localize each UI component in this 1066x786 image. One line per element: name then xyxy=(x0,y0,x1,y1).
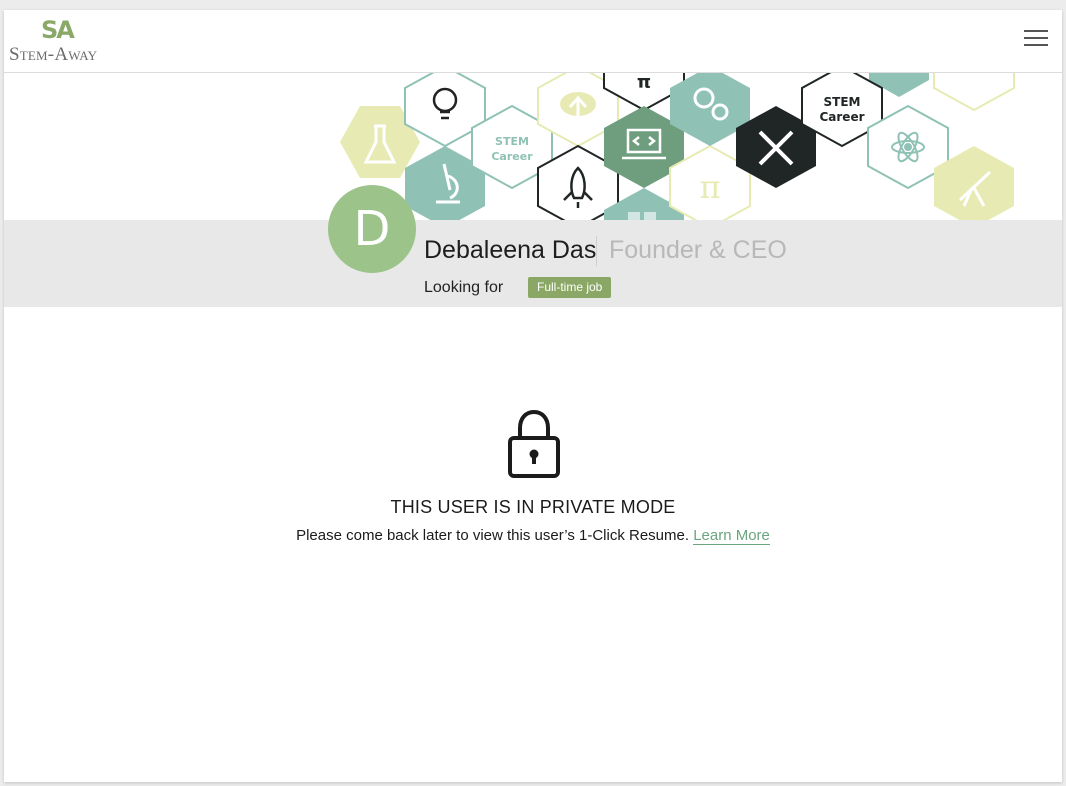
logo-mark: SA xyxy=(41,16,75,44)
private-mode-title: THIS USER IS IN PRIVATE MODE xyxy=(390,497,676,517)
private-mode-message-text: Please come back later to view this user… xyxy=(296,527,690,544)
learn-more-link[interactable]: Learn More xyxy=(693,527,770,545)
stem-away-logo[interactable]: SA Stem-Away xyxy=(9,16,119,66)
name-role-divider xyxy=(596,236,597,266)
profile-banner: STEM Career π π STEM Career xyxy=(4,72,1062,220)
hex-pi-top-symbol: π xyxy=(637,72,651,93)
top-nav-bar: SA Stem-Away xyxy=(4,10,1062,73)
hex-pi-symbol: π xyxy=(699,168,720,206)
private-mode-message: Please come back later to view this user… xyxy=(4,527,1062,545)
hex-text-career-1: Career xyxy=(491,150,533,163)
profile-role: Founder & CEO xyxy=(609,236,787,264)
hex-text-stem-2: STEM xyxy=(824,95,861,109)
hex-top-right xyxy=(933,72,1015,112)
avatar: D xyxy=(328,185,416,273)
profile-name: Debaleena Das xyxy=(424,236,597,264)
hamburger-menu-icon[interactable] xyxy=(1024,30,1048,50)
hex-text-stem-1: STEM xyxy=(495,135,529,148)
logo-text: Stem-Away xyxy=(9,44,98,65)
hex-text-career-2: Career xyxy=(819,110,864,124)
hexagon-pattern: STEM Career π π STEM Career xyxy=(340,72,1015,220)
looking-for-label: Looking for xyxy=(424,279,504,296)
job-type-badge: Full-time job xyxy=(528,277,612,298)
lock-icon xyxy=(508,409,560,478)
page: SA Stem-Away STEM Career π π STEM Career… xyxy=(4,10,1062,782)
